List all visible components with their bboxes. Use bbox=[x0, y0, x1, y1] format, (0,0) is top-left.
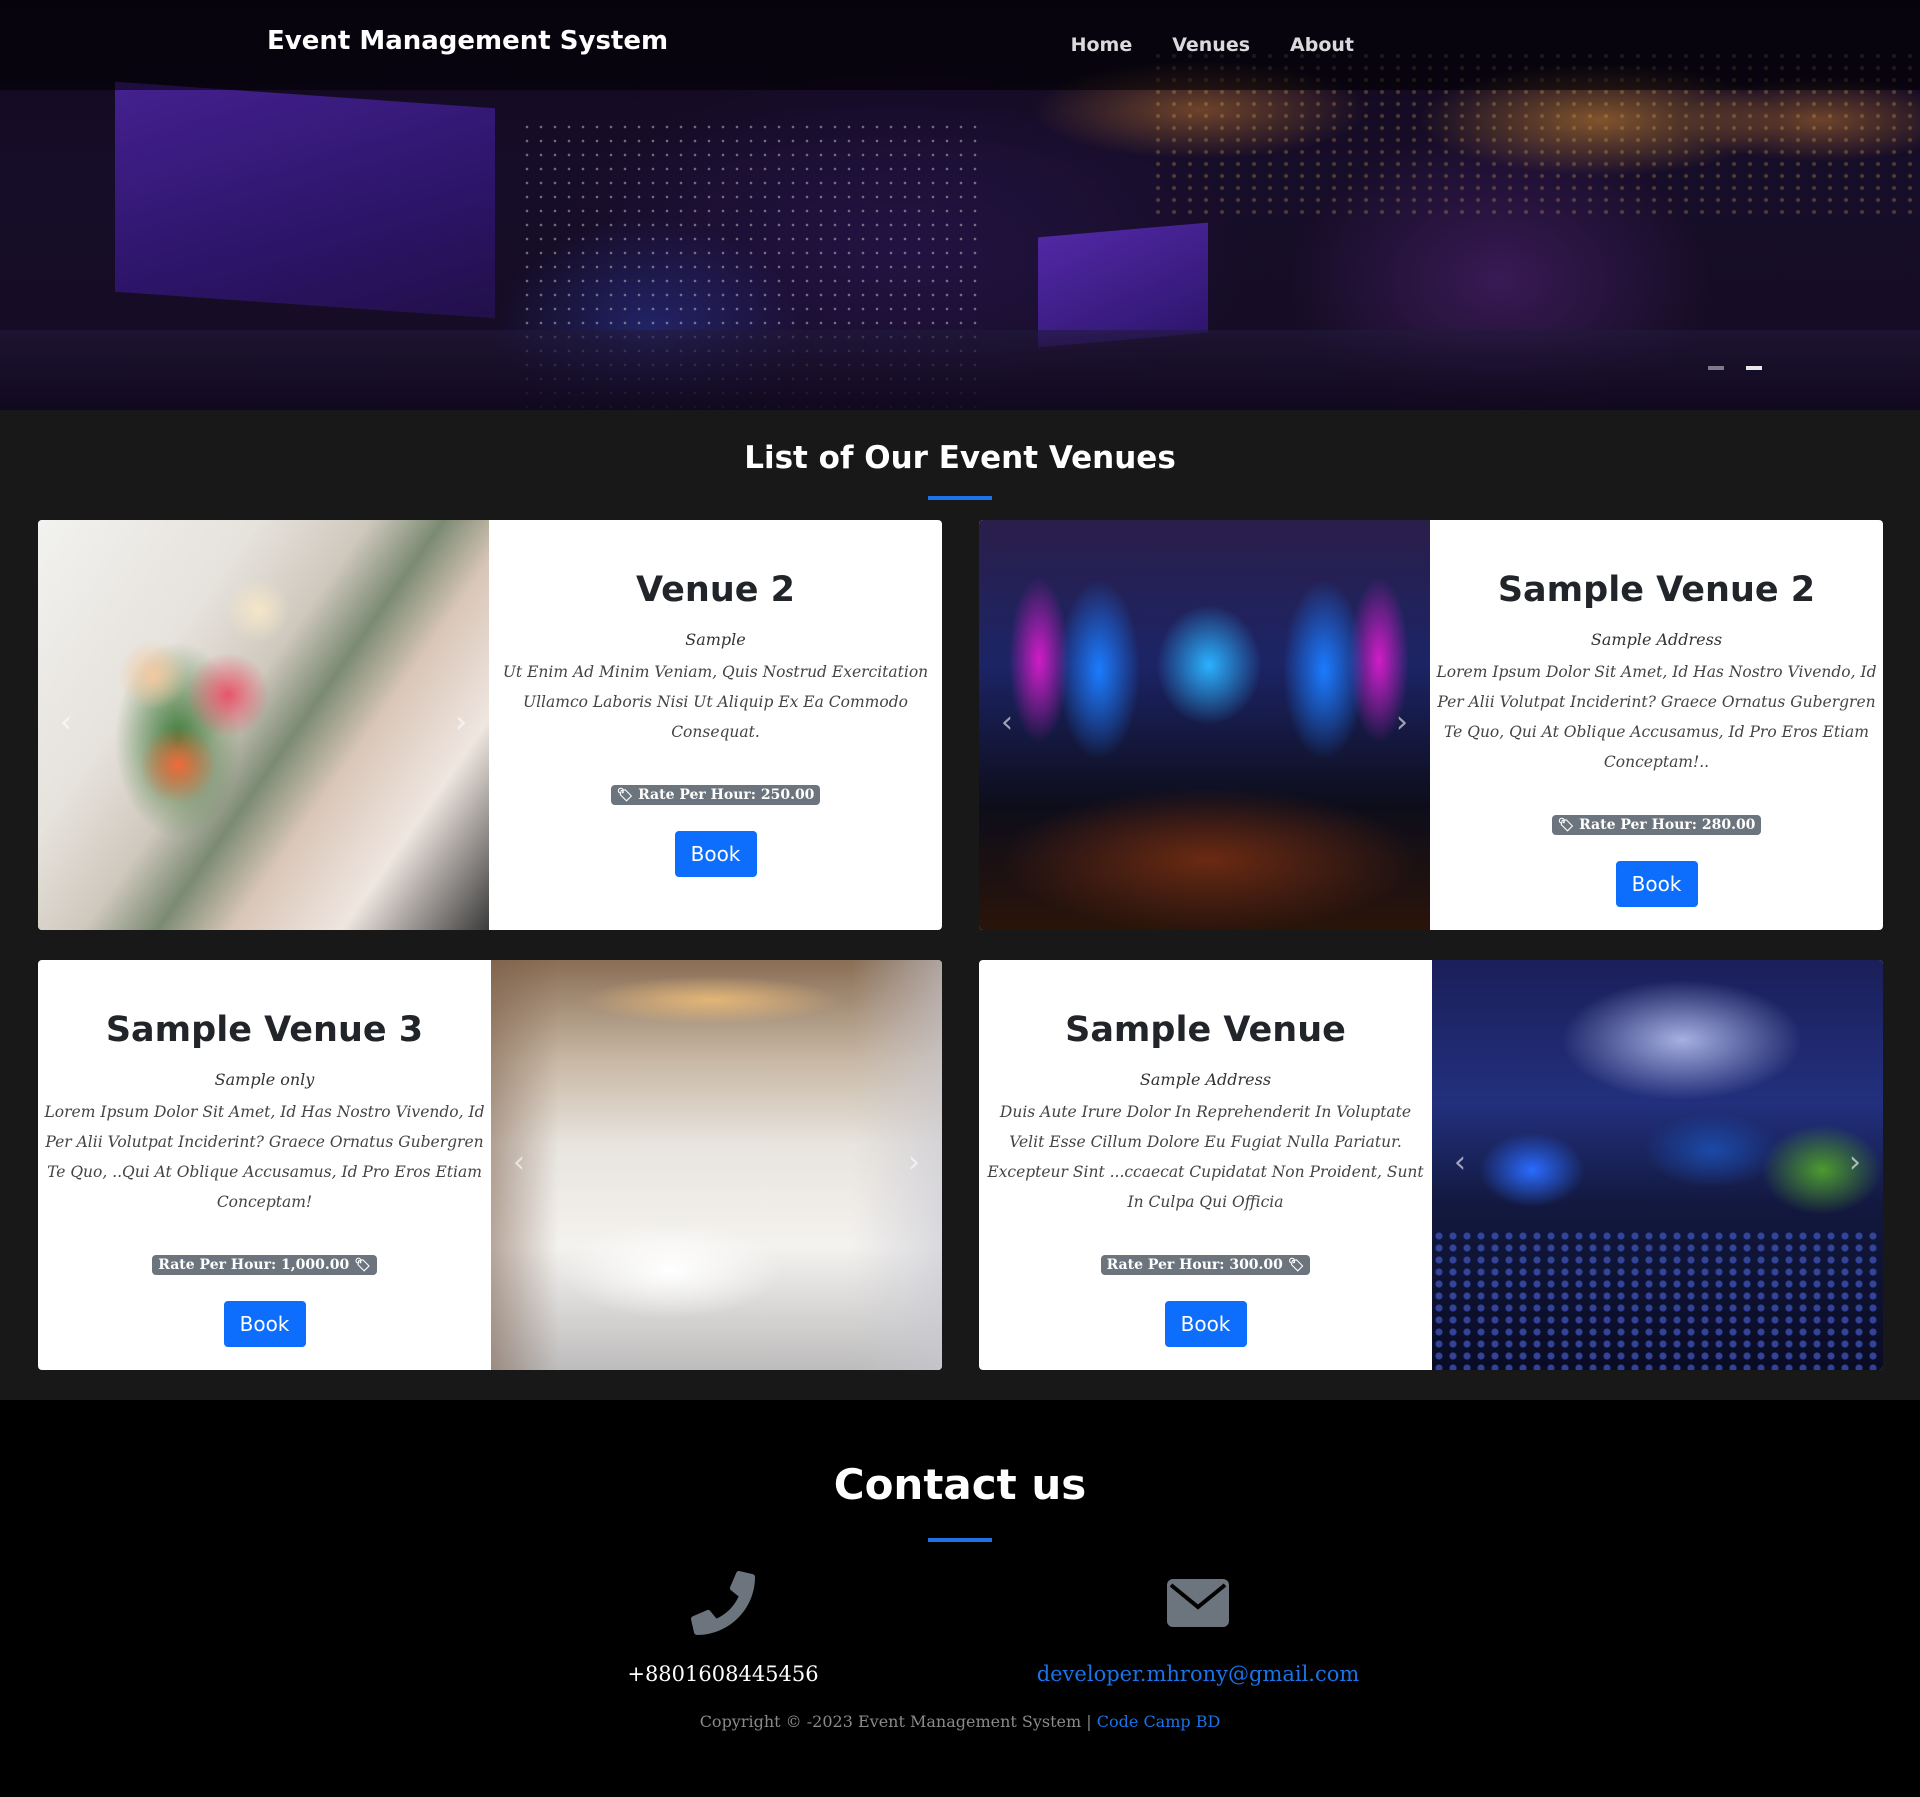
carousel-indicator-1[interactable] bbox=[1708, 366, 1724, 370]
venues-section: List of Our Event Venues ‹ › Venue 2 Sam… bbox=[0, 410, 1920, 1400]
venue-address: Sample only bbox=[214, 1070, 315, 1089]
phone-number: +8801608445456 bbox=[627, 1662, 819, 1686]
hero-carousel-indicators bbox=[1708, 366, 1762, 370]
venue-address: Sample Address bbox=[1590, 630, 1723, 649]
venues-title-underline bbox=[928, 496, 992, 500]
envelope-icon bbox=[1020, 1568, 1376, 1638]
carousel-prev-icon[interactable]: ‹ bbox=[60, 705, 72, 740]
book-button[interactable]: Book bbox=[1615, 861, 1698, 907]
venue-name: Venue 2 bbox=[635, 570, 796, 610]
contact-title: Contact us bbox=[833, 1460, 1087, 1509]
venue-address: Sample Address bbox=[1139, 1070, 1272, 1089]
brand-logo[interactable]: Event Management System bbox=[267, 26, 668, 56]
rate-text: Rate Per Hour: 280.00 bbox=[1579, 817, 1756, 833]
venue-image-carousel: ‹ › bbox=[979, 520, 1430, 930]
carousel-next-icon[interactable]: › bbox=[1396, 705, 1408, 740]
venue-card-body: Sample Venue 3 Sample only Lorem Ipsum D… bbox=[38, 960, 491, 1370]
contact-section: Contact us +8801608445456 developer.mhro… bbox=[0, 1400, 1920, 1797]
carousel-next-icon[interactable]: › bbox=[908, 1145, 920, 1180]
venue-image-carousel: ‹ › bbox=[1432, 960, 1883, 1370]
nav-link-home[interactable]: Home bbox=[1071, 34, 1133, 56]
nav-link-venues[interactable]: Venues bbox=[1172, 34, 1250, 56]
venue-description: Lorem Ipsum Dolor Sit Amet, Id Has Nostr… bbox=[44, 1103, 485, 1211]
carousel-prev-icon[interactable]: ‹ bbox=[1454, 1145, 1466, 1180]
venue-image-carousel: ‹ › bbox=[491, 960, 942, 1370]
venue-description: Ut Enim Ad Minim Veniam, Quis Nostrud Ex… bbox=[502, 663, 929, 741]
credit-link[interactable]: Code Camp BD bbox=[1097, 1712, 1221, 1731]
tag-icon: 🏷 bbox=[1287, 1257, 1305, 1273]
hero-banner: Event Management System Home Venues Abou… bbox=[0, 0, 1920, 410]
venue-address: Sample bbox=[685, 630, 746, 649]
rate-text: Rate Per Hour: 250.00 bbox=[638, 787, 815, 803]
rate-badge: 🏷 Rate Per Hour: 280.00 bbox=[1551, 815, 1762, 835]
book-button[interactable]: Book bbox=[223, 1301, 306, 1347]
carousel-indicator-2[interactable] bbox=[1746, 366, 1762, 370]
venue-card: Sample Venue Sample Address Duis Aute Ir… bbox=[979, 960, 1883, 1370]
email-link[interactable]: developer.mhrony@gmail.com bbox=[1020, 1662, 1376, 1686]
rate-text: Rate Per Hour: 300.00 bbox=[1106, 1257, 1283, 1273]
tag-icon: 🏷 bbox=[1557, 817, 1575, 833]
nav-link-about[interactable]: About bbox=[1290, 34, 1354, 56]
venue-card-body: Sample Venue 2 Sample Address Lorem Ipsu… bbox=[1430, 520, 1883, 930]
venue-card: ‹ › Sample Venue 2 Sample Address Lorem … bbox=[979, 520, 1883, 930]
nav-links: Home Venues About bbox=[1071, 34, 1354, 56]
venue-card: Sample Venue 3 Sample only Lorem Ipsum D… bbox=[38, 960, 942, 1370]
carousel-prev-icon[interactable]: ‹ bbox=[1001, 705, 1013, 740]
rate-badge: Rate Per Hour: 300.00 🏷 bbox=[1100, 1255, 1311, 1275]
venue-name: Sample Venue bbox=[1065, 1010, 1346, 1050]
contact-phone: +8801608445456 bbox=[600, 1568, 846, 1686]
venue-name: Sample Venue 3 bbox=[105, 1010, 424, 1050]
venue-card-body: Venue 2 Sample Ut Enim Ad Minim Veniam, … bbox=[489, 520, 942, 930]
contact-title-underline bbox=[928, 1538, 992, 1542]
venue-image-carousel: ‹ › bbox=[38, 520, 489, 930]
carousel-next-icon[interactable]: › bbox=[455, 705, 467, 740]
venues-title: List of Our Event Venues bbox=[744, 440, 1176, 476]
rate-badge: Rate Per Hour: 1,000.00 🏷 bbox=[152, 1255, 377, 1275]
book-button[interactable]: Book bbox=[1164, 1301, 1247, 1347]
venue-description: Lorem Ipsum Dolor Sit Amet, Id Has Nostr… bbox=[1436, 663, 1877, 771]
copyright-text: Copyright © -2023 Event Management Syste… bbox=[699, 1712, 1092, 1731]
navbar: Event Management System Home Venues Abou… bbox=[0, 0, 1920, 90]
tag-icon: 🏷 bbox=[616, 787, 634, 803]
carousel-next-icon[interactable]: › bbox=[1849, 1145, 1861, 1180]
venue-name: Sample Venue 2 bbox=[1497, 570, 1816, 610]
carousel-prev-icon[interactable]: ‹ bbox=[513, 1145, 525, 1180]
tag-icon: 🏷 bbox=[354, 1257, 371, 1273]
rate-badge: 🏷 Rate Per Hour: 250.00 bbox=[610, 785, 821, 805]
phone-icon bbox=[600, 1568, 846, 1638]
book-button[interactable]: Book bbox=[674, 831, 757, 877]
venue-card-body: Sample Venue Sample Address Duis Aute Ir… bbox=[979, 960, 1432, 1370]
copyright: Copyright © -2023 Event Management Syste… bbox=[0, 1712, 1920, 1731]
rate-text: Rate Per Hour: 1,000.00 bbox=[158, 1257, 350, 1273]
venue-description: Duis Aute Irure Dolor In Reprehenderit I… bbox=[987, 1103, 1424, 1211]
venue-card: ‹ › Venue 2 Sample Ut Enim Ad Minim Veni… bbox=[38, 520, 942, 930]
contact-email: developer.mhrony@gmail.com bbox=[1020, 1568, 1376, 1686]
